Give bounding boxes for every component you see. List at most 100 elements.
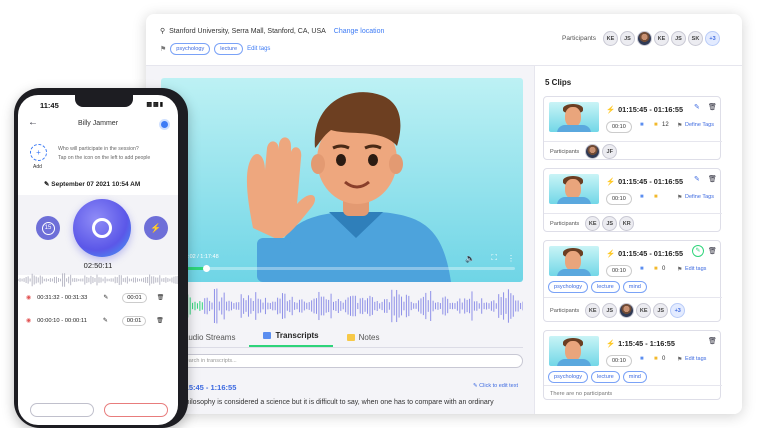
more-options-icon[interactable]: ⋮: [507, 254, 515, 263]
recording-name: Billy Jammer: [18, 120, 178, 127]
delete-marker-icon[interactable]: 🗑: [156, 318, 163, 324]
tag-chip[interactable]: lecture: [214, 43, 243, 55]
participants-label: Participants: [550, 149, 579, 155]
participants-hint: Tap on the icon on the left to add peopl…: [58, 155, 150, 161]
marker-row[interactable]: ◉ 00:00:10 - 00:00:11 ✎ 00:01 🗑: [26, 314, 170, 328]
clip-thumbnail[interactable]: [549, 102, 599, 132]
note-icon[interactable]: ■: [654, 266, 658, 272]
participant-avatar[interactable]: JF: [602, 144, 617, 159]
participant-avatar[interactable]: SK: [688, 31, 703, 46]
note-icon[interactable]: ■: [654, 194, 658, 200]
clips-title: 5 Clips: [545, 78, 571, 87]
bottom-right-button[interactable]: [104, 403, 168, 417]
transcript-search-input[interactable]: Search in transcripts...: [161, 354, 523, 368]
participant-avatar[interactable]: KR: [619, 216, 634, 231]
audio-waveform[interactable]: [161, 288, 523, 324]
tab-notes[interactable]: Notes: [333, 333, 394, 347]
participant-avatar[interactable]: KE: [585, 303, 600, 318]
location-text: Stanford University, Serra Mall, Stanfor…: [169, 28, 326, 35]
delete-clip-icon[interactable]: 🗑: [708, 337, 717, 345]
bolt-marker-button[interactable]: ⚡: [144, 216, 168, 240]
volume-icon[interactable]: 🔈: [465, 254, 475, 263]
tag-chip[interactable]: psychology: [170, 43, 210, 55]
clip-participants: Participants KE JS KE JS +3: [544, 297, 722, 323]
clip-thumbnail[interactable]: [549, 336, 599, 366]
participant-photo-avatar[interactable]: [637, 31, 652, 46]
add-participant-button[interactable]: +: [30, 144, 47, 161]
edit-marker-icon[interactable]: ✎: [103, 295, 108, 301]
record-button[interactable]: [73, 199, 131, 257]
define-tags-link[interactable]: Define Tags: [685, 122, 714, 128]
clip-duration: 00:10: [606, 355, 632, 367]
clip-time-range: ⚡1:15:45 - 1:16:55: [606, 339, 675, 348]
change-location-link[interactable]: Change location: [334, 28, 385, 35]
participant-avatar[interactable]: JS: [602, 303, 617, 318]
tag-icon: ⚑: [160, 45, 166, 53]
edit-clip-icon[interactable]: ✎: [694, 103, 700, 111]
tag-chip[interactable]: mind: [623, 371, 647, 383]
clip-time-text: 01:15:45 - 01:16:55: [618, 105, 683, 114]
define-tags-link[interactable]: Define Tags: [685, 194, 714, 200]
note-icon[interactable]: ■: [654, 356, 658, 362]
participant-avatar[interactable]: JS: [653, 303, 668, 318]
delete-clip-icon[interactable]: 🗑: [708, 103, 717, 111]
clip-thumbnail[interactable]: [549, 174, 599, 204]
more-participants-badge[interactable]: +3: [705, 31, 720, 46]
participant-avatar[interactable]: JS: [620, 31, 635, 46]
clip-card[interactable]: ⚡1:15:45 - 1:16:55 🗑 00:10 ■ ■ 0 ⚑ Edit …: [543, 330, 721, 400]
edit-text-link[interactable]: ✎ Click to edit text: [473, 383, 518, 389]
participant-photo-avatar[interactable]: [585, 144, 600, 159]
edit-clip-icon[interactable]: ✎: [694, 175, 700, 183]
participant-photo-avatar[interactable]: [619, 303, 634, 318]
tag-chip[interactable]: psychology: [548, 281, 588, 293]
participant-avatar[interactable]: JS: [671, 31, 686, 46]
clip-thumbnail[interactable]: [549, 246, 599, 276]
notes-count: 0: [662, 266, 665, 272]
video-progress-bar[interactable]: [183, 267, 515, 270]
note-icon[interactable]: ■: [654, 122, 658, 128]
marker-row[interactable]: ◉ 00:31:32 - 00:31:33 ✎ 00:01 🗑: [26, 291, 170, 305]
clip-card[interactable]: ⚡01:15:45 - 01:16:55 ✎ 🗑 00:10 ■ ■ 0 ⚑ E…: [543, 240, 721, 322]
presenter-illustration: [161, 78, 523, 282]
tag-chip[interactable]: lecture: [591, 371, 620, 383]
participant-avatar[interactable]: KE: [603, 31, 618, 46]
clip-card[interactable]: ⚡01:15:45 - 01:16:55 ✎ 🗑 00:10 ■ ■ ⚑ Def…: [543, 168, 721, 232]
tab-transcripts[interactable]: Transcripts: [249, 331, 332, 347]
rewind-15-button[interactable]: 15: [36, 216, 60, 240]
participant-avatar[interactable]: KE: [585, 216, 600, 231]
delete-clip-icon[interactable]: 🗑: [708, 247, 717, 255]
edit-marker-icon[interactable]: ✎: [103, 318, 108, 324]
sync-icon[interactable]: [159, 119, 170, 130]
comment-icon[interactable]: ■: [640, 122, 644, 128]
clip-card[interactable]: ⚡01:15:45 - 01:16:55 ✎ 🗑 00:10 ■ ■ 12 ⚑ …: [543, 96, 721, 160]
comment-icon[interactable]: ■: [640, 266, 644, 272]
tag-icon: ⚑: [677, 266, 682, 273]
fullscreen-icon[interactable]: ⛶: [491, 253, 497, 263]
participants-label: Participants: [562, 35, 596, 42]
video-player[interactable]: 1:02 / 1:17:48 🔈 ⛶ ⋮: [161, 78, 523, 282]
edit-tags-link[interactable]: Edit tags: [685, 356, 706, 362]
participant-avatar[interactable]: JS: [602, 216, 617, 231]
edit-tags-link[interactable]: Edit tags: [685, 266, 706, 272]
comment-icon[interactable]: ■: [640, 356, 644, 362]
delete-marker-icon[interactable]: 🗑: [157, 295, 164, 301]
tag-chip[interactable]: mind: [623, 281, 647, 293]
record-dot-icon: ◉: [26, 295, 31, 301]
status-icons: ▩▩▮: [146, 101, 164, 108]
tag-chip[interactable]: psychology: [548, 371, 588, 383]
comment-icon[interactable]: ■: [640, 194, 644, 200]
participant-avatar[interactable]: KE: [636, 303, 651, 318]
clip-duration: 00:10: [606, 193, 632, 205]
location-row: ⚲ Stanford University, Serra Mall, Stanf…: [160, 27, 384, 35]
notes-count: 12: [662, 122, 669, 128]
clip-participants: Participants JF: [544, 141, 722, 161]
edit-tags-link[interactable]: Edit tags: [247, 46, 270, 52]
delete-clip-icon[interactable]: 🗑: [708, 175, 717, 183]
tag-chip[interactable]: lecture: [591, 281, 620, 293]
bottom-left-button[interactable]: [30, 403, 94, 417]
more-participants-badge[interactable]: +3: [670, 303, 685, 318]
participants-label: Participants: [550, 221, 579, 227]
edit-clip-icon[interactable]: ✎: [692, 245, 704, 257]
participant-avatar[interactable]: KE: [654, 31, 669, 46]
marker-duration: 00:01: [122, 316, 147, 326]
